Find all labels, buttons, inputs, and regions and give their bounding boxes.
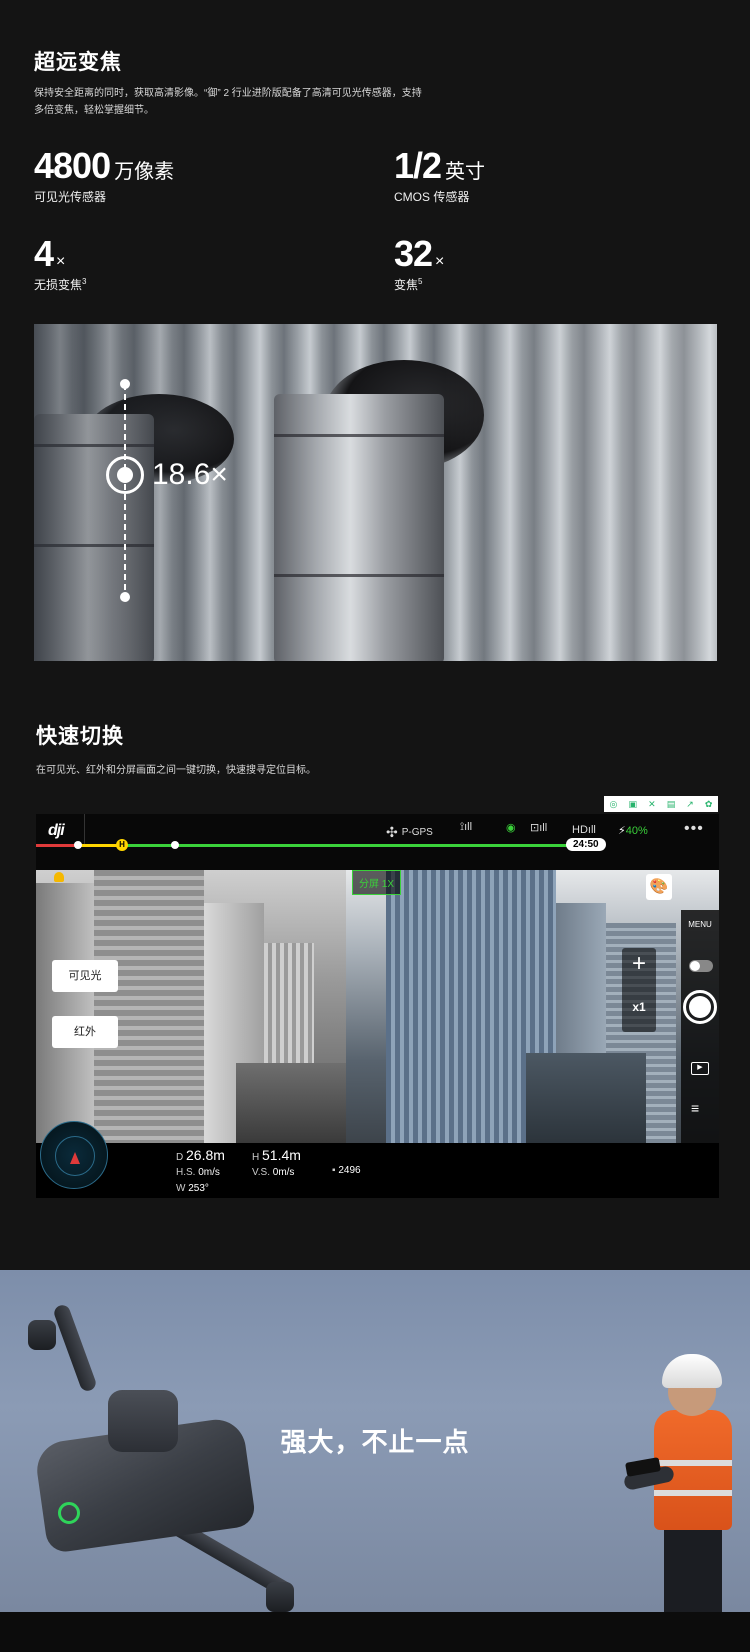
battery-percent: 40% <box>625 825 648 837</box>
camera-side-panel: MENU ▶ ≡ <box>681 910 719 1143</box>
spec-megapixels: 4800 万像素 可见光传感器 <box>34 148 174 205</box>
dji-logo: dji <box>48 822 65 839</box>
camera-settings-icon[interactable]: ≡ <box>691 1100 699 1116</box>
distance-readout: D 26.8m <box>176 1147 225 1163</box>
copy-icon[interactable]: ▣ <box>628 799 637 810</box>
zoom-description-line2: 多倍变焦，轻松掌握细节。 <box>34 105 154 116</box>
zoom-level[interactable]: x1 <box>622 1000 656 1014</box>
camera-view[interactable]: 分屏 1X 可见光 红外 🎨 + x1 MENU ▶ ≡ <box>36 870 719 1143</box>
vertical-speed-readout: V.S. 0m/s <box>252 1167 295 1178</box>
battery-status[interactable]: ⚡40% <box>618 824 648 837</box>
landing-marker <box>74 841 82 849</box>
footnote-marker: 5 <box>418 277 423 286</box>
controller-signal-icon: ⊡ıll <box>530 822 548 834</box>
visible-view <box>346 870 719 1143</box>
spec-unit: × <box>56 253 66 270</box>
menu-button[interactable]: MENU <box>681 920 719 929</box>
spec-value: 1/2 <box>394 145 442 186</box>
spec-zoom: 32 × 变焦5 <box>394 236 444 293</box>
hd-label: HD <box>572 824 588 836</box>
battery-bar-green <box>122 844 582 847</box>
worker-legs <box>664 1528 722 1612</box>
warning-icon[interactable] <box>54 872 64 882</box>
more-menu-icon[interactable]: ••• <box>684 820 704 838</box>
spec-value: 32 <box>394 233 433 274</box>
bottom-bar <box>0 1612 750 1652</box>
refresh-icon[interactable]: ◎ <box>610 799 618 810</box>
spec-label: 无损变焦3 <box>34 276 86 293</box>
telemetry-bar: D 26.8m H 51.4m H.S. 0m/s V.S. 0m/s W 25… <box>36 1121 719 1198</box>
zoom-description-line1: 保持安全距离的同时，获取高清影像。“御” 2 行业进阶版配备了高清可见光传感器，… <box>34 88 422 99</box>
spec-value: 4800 <box>34 145 111 186</box>
zoom-section-description: 保持安全距离的同时，获取高清影像。“御” 2 行业进阶版配备了高清可见光传感器，… <box>34 85 434 119</box>
app-top-bar: dji ✣ P-GPS ⟟ıll ◉ ⊡ıll HDıll ⚡40% ••• H … <box>36 814 719 870</box>
infrared-view <box>36 870 380 1143</box>
hero-banner: 强大，不止一点 <box>0 1270 750 1612</box>
rth-marker <box>171 841 179 849</box>
visible-light-button[interactable]: 可见光 <box>52 960 118 992</box>
spec-unit: 英寸 <box>445 161 486 183</box>
shutter-button[interactable] <box>683 990 717 1024</box>
drone-motor <box>266 1582 294 1612</box>
save-icon[interactable]: ▤ <box>667 799 676 810</box>
flight-time-remaining: 24:50 <box>566 838 606 851</box>
aircraft-heading-icon <box>70 1152 80 1164</box>
zoom-in-icon[interactable]: + <box>622 950 656 978</box>
zoom-section: 超远变焦 保持安全距离的同时，获取高清影像。“御” 2 行业进阶版配备了高清可见… <box>0 0 750 700</box>
spec-label: 可见光传感器 <box>34 190 107 204</box>
spec-label-text: 变焦 <box>394 278 419 292</box>
gps-label: P-GPS <box>401 827 433 839</box>
switch-section-title: 快速切换 <box>36 725 124 748</box>
infrared-button[interactable]: 红外 <box>52 1016 118 1048</box>
spec-unit: 万像素 <box>114 161 175 183</box>
zoom-control[interactable]: + x1 <box>622 948 656 1032</box>
playback-icon[interactable]: ▶ <box>691 1062 709 1075</box>
photo-video-toggle[interactable] <box>689 960 713 972</box>
satellite-signal-icon: ⟟ıll <box>460 821 473 833</box>
height-readout: H 51.4m <box>252 1147 301 1163</box>
battery-icon: ⚡ <box>618 825 626 837</box>
zoom-slider-knob <box>106 456 144 494</box>
settings-icon[interactable]: ✿ <box>705 799 713 810</box>
footnote-marker: 3 <box>82 277 87 286</box>
zoom-readout: 18.6× <box>152 458 228 491</box>
spec-label: 变焦5 <box>394 276 444 293</box>
hero-title: 强大，不止一点 <box>280 1427 470 1457</box>
sd-card-icon: ▪ <box>332 1165 336 1176</box>
expand-icon[interactable]: ✕ <box>648 799 656 810</box>
battery-bar-red <box>36 844 76 847</box>
toolbar-strip: ◎ ▣ ✕ ▤ ↗ ✿ <box>604 796 718 812</box>
gps-status[interactable]: ✣ P-GPS <box>386 824 433 841</box>
drone-icon: ✣ <box>386 824 398 840</box>
spec-label: CMOS 传感器 <box>394 190 470 204</box>
drone-status-light <box>58 1502 80 1524</box>
split-screen-button[interactable]: 分屏 1X <box>352 870 402 895</box>
worker-helmet <box>662 1354 722 1388</box>
radar-map[interactable] <box>40 1121 108 1189</box>
pilot-app-screen: dji ✣ P-GPS ⟟ıll ◉ ⊡ıll HDıll ⚡40% ••• H … <box>36 814 719 1198</box>
spec-lossless-zoom: 4 × 无损变焦3 <box>34 236 86 293</box>
horizontal-speed-readout: H.S. 0m/s <box>176 1167 220 1178</box>
palette-icon[interactable]: 🎨 <box>646 874 672 900</box>
drone-motor <box>28 1320 56 1350</box>
spec-label-text: 无损变焦 <box>34 278 83 292</box>
heading-readout: W 253° <box>176 1183 209 1194</box>
home-marker: H <box>116 839 128 851</box>
hd-signal: HDıll <box>572 824 596 836</box>
zoom-sample-image: 18.6× <box>34 324 717 661</box>
spec-unit: × <box>435 253 445 270</box>
spec-value: 4 <box>34 233 54 274</box>
storage-readout: ▪ 2496 <box>332 1165 361 1176</box>
zoom-section-title: 超远变焦 <box>34 51 122 74</box>
switch-section-description: 在可见光、红外和分屏画面之间一键切换，快速搜寻定位目标。 <box>36 765 316 776</box>
spec-sensor-size: 1/2 英寸 CMOS 传感器 <box>394 148 485 205</box>
zoom-slider-top <box>120 379 130 389</box>
link-icon: ◉ <box>506 822 516 834</box>
share-icon[interactable]: ↗ <box>686 799 694 810</box>
drone-arm <box>52 1302 98 1394</box>
zoom-slider-bottom <box>120 592 130 602</box>
